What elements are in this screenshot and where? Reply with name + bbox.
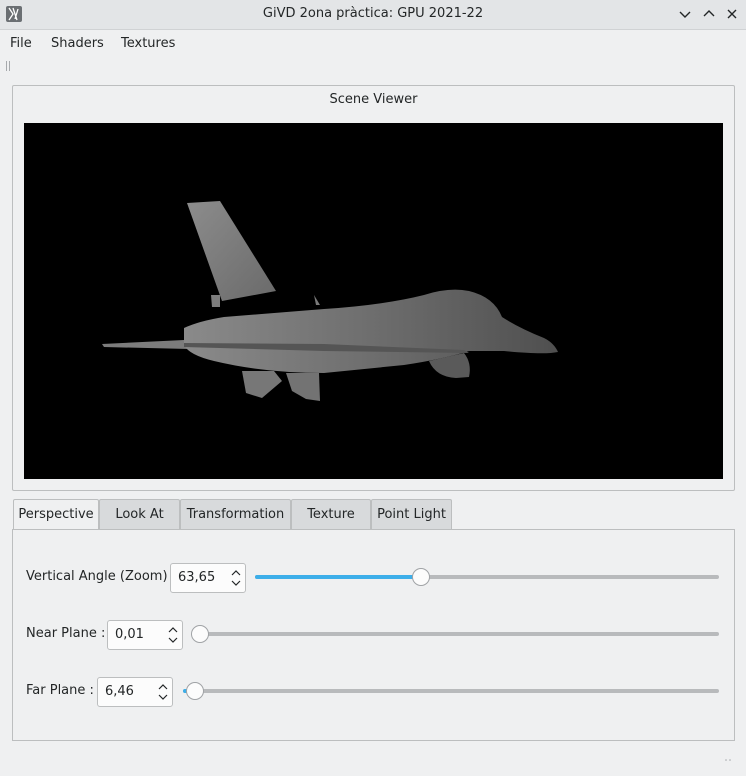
far-plane-label: Far Plane : [26, 683, 94, 698]
vertical-angle-spinbox[interactable]: 63,65 [170, 563, 246, 593]
menu-shaders[interactable]: Shaders [51, 36, 104, 51]
chevron-down-icon [679, 11, 691, 18]
vertical-angle-slider-handle[interactable] [412, 568, 430, 586]
far-plane-slider[interactable] [183, 689, 719, 693]
tab-texture[interactable]: Texture [291, 499, 371, 529]
main-window: GiVD 2ona pràctica: GPU 2021-22 File Sha… [0, 0, 746, 776]
tab-transformation[interactable]: Transformation [180, 499, 291, 529]
near-plane-spinbox[interactable]: 0,01 [107, 620, 183, 650]
scene-viewer-title: Scene Viewer [329, 92, 418, 107]
near-plane-slider-handle[interactable] [191, 625, 209, 643]
tab-perspective[interactable]: Perspective [13, 499, 99, 530]
spin-arrows-icon[interactable] [167, 624, 179, 646]
menu-file[interactable]: File [10, 36, 32, 51]
toolbar-handle[interactable] [6, 61, 10, 71]
scene-viewer-group: Scene Viewer [12, 85, 735, 491]
vertical-angle-slider[interactable] [255, 575, 719, 579]
chevron-up-icon [703, 10, 715, 17]
scene-viewer-canvas[interactable] [24, 123, 723, 479]
resize-grip-icon[interactable] [724, 758, 732, 762]
spin-arrows-icon[interactable] [230, 567, 242, 589]
close-button[interactable] [724, 6, 740, 22]
close-icon [727, 9, 737, 19]
window-title: GiVD 2ona pràctica: GPU 2021-22 [262, 6, 484, 21]
menu-bar: File Shaders Textures [0, 30, 746, 58]
near-plane-label: Near Plane : [26, 626, 106, 641]
menu-textures[interactable]: Textures [121, 36, 175, 51]
far-plane-value: 6,46 [105, 684, 134, 699]
spin-arrows-icon[interactable] [157, 681, 169, 703]
tab-point-light[interactable]: Point Light [371, 499, 452, 529]
near-plane-value: 0,01 [115, 627, 144, 642]
vertical-angle-slider-fill [255, 575, 421, 579]
far-plane-spinbox[interactable]: 6,46 [97, 677, 173, 707]
far-plane-slider-handle[interactable] [186, 682, 204, 700]
perspective-panel: Vertical Angle (Zoom) : 63,65 Near Plane… [12, 529, 735, 741]
vertical-angle-label: Vertical Angle (Zoom) : [26, 569, 177, 584]
minimize-button[interactable] [677, 6, 693, 22]
near-plane-slider[interactable] [192, 632, 719, 636]
vertical-angle-value: 63,65 [178, 570, 216, 585]
jet-fighter-model [102, 201, 558, 401]
title-bar[interactable]: GiVD 2ona pràctica: GPU 2021-22 [0, 0, 746, 30]
tab-look-at[interactable]: Look At [99, 499, 180, 529]
maximize-button[interactable] [701, 6, 717, 22]
